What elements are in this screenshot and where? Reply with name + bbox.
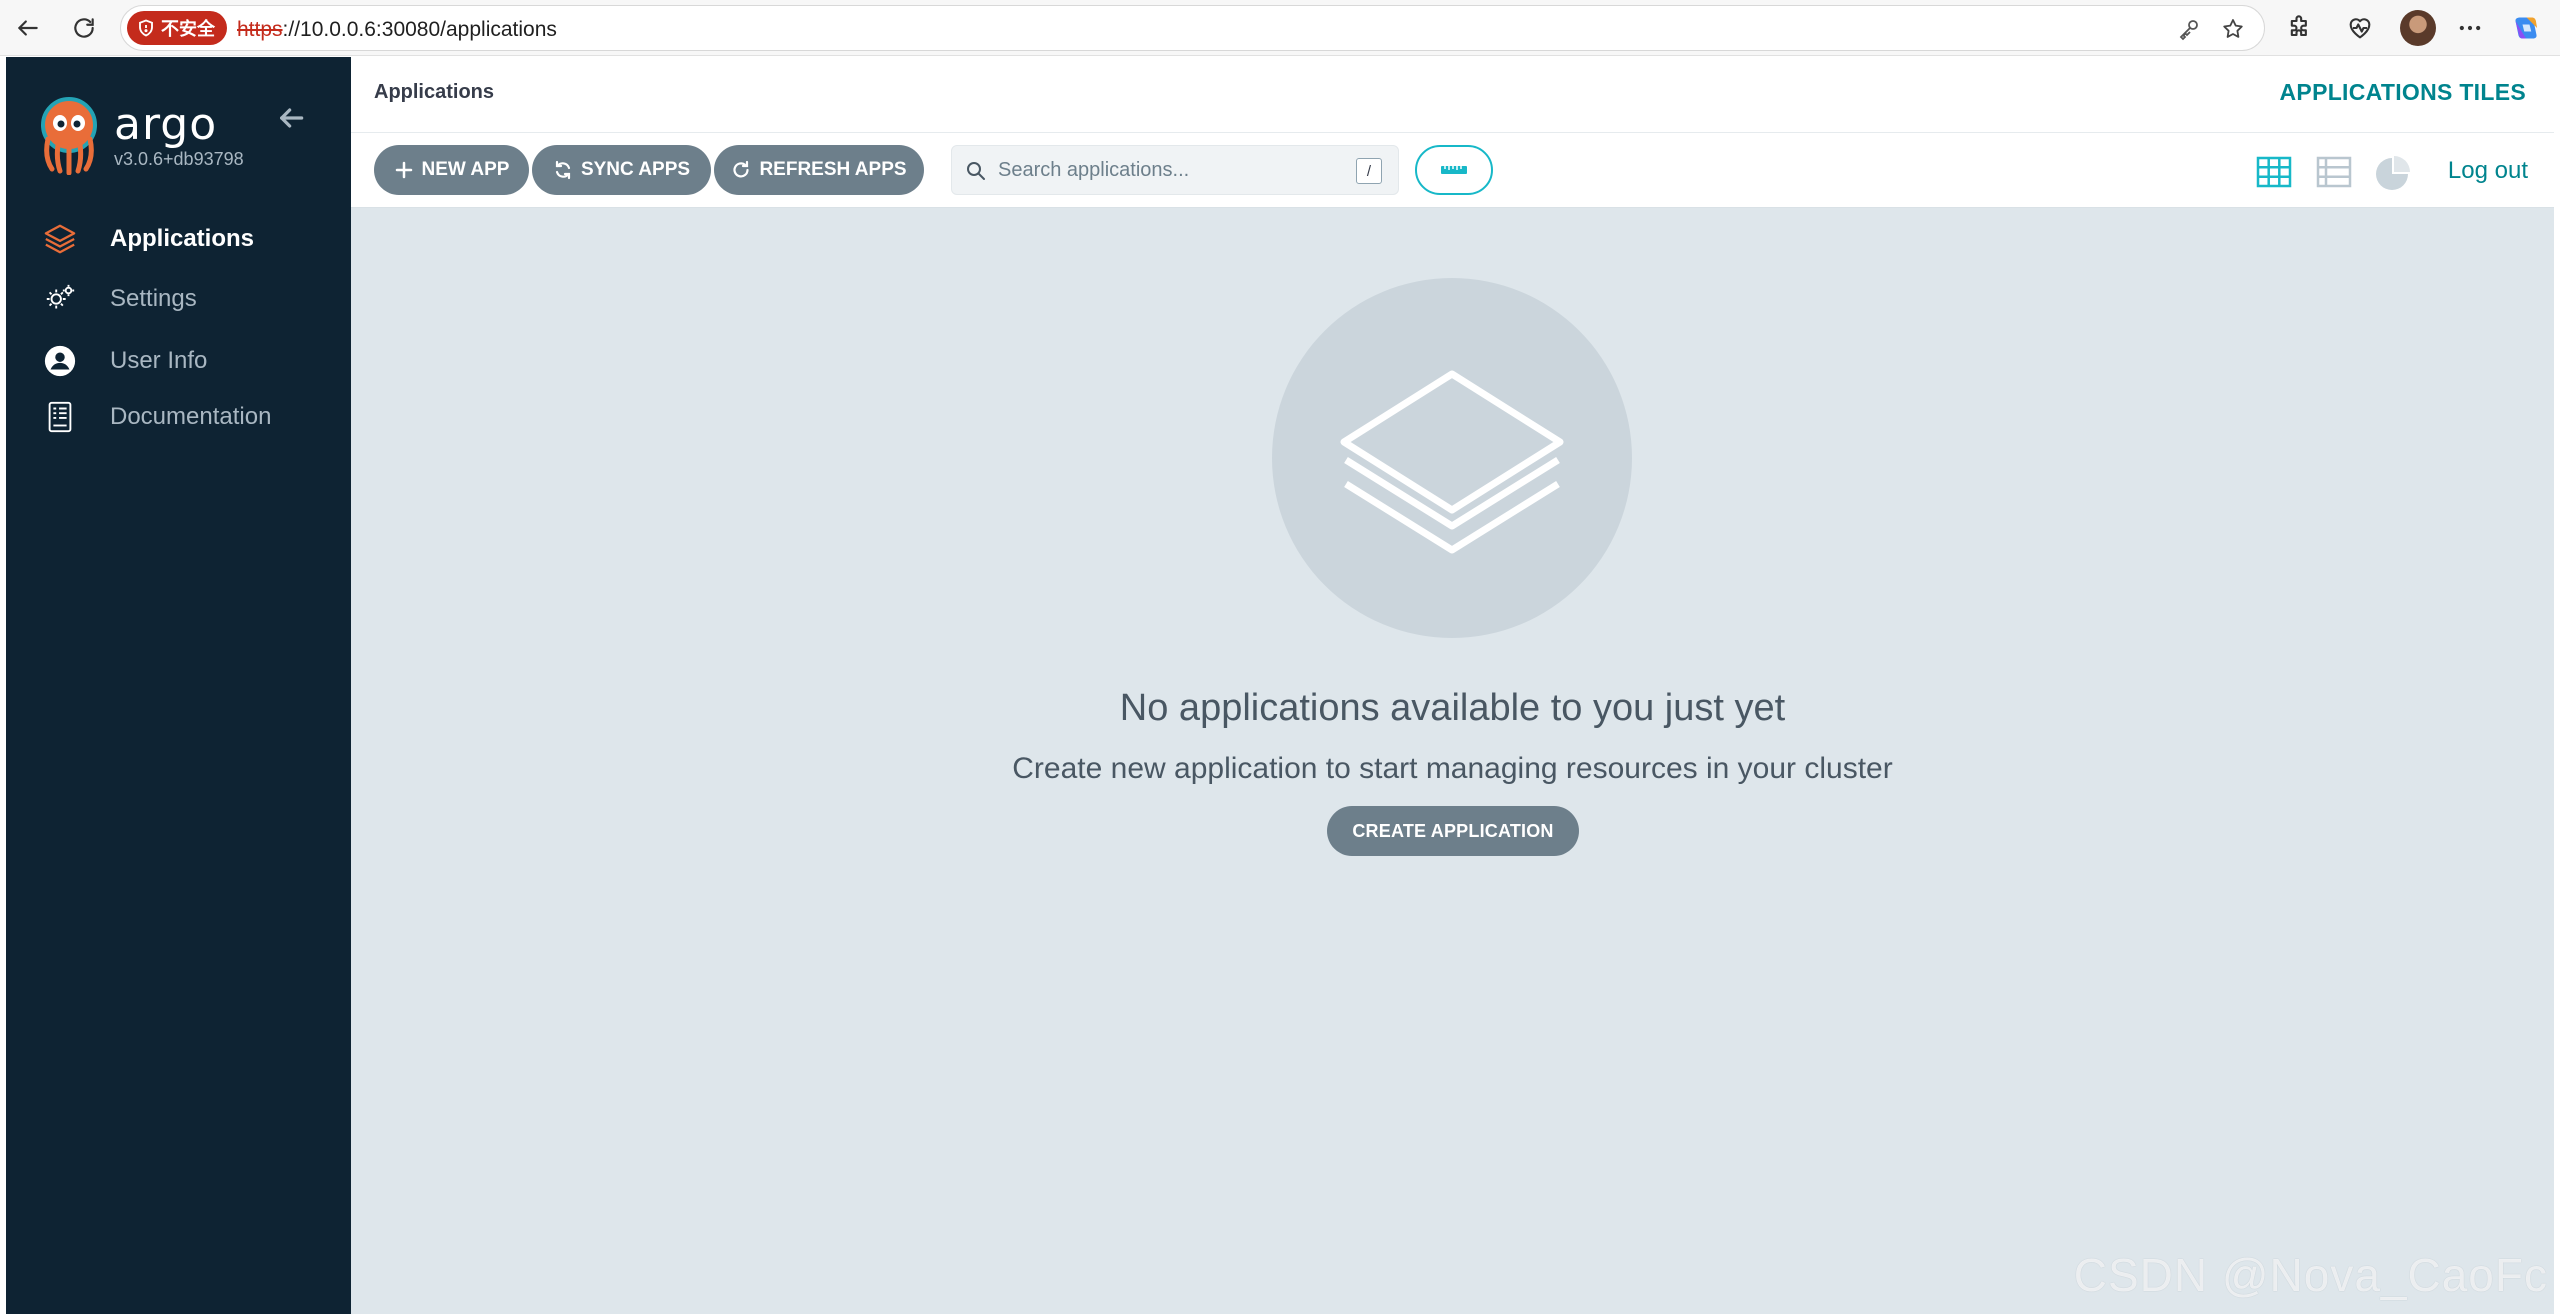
brand-version: v3.0.6+db93798 — [114, 149, 244, 169]
sidebar-item-user-info[interactable]: User Info — [42, 339, 342, 383]
back-arrow-icon[interactable] — [8, 8, 48, 48]
new-app-label: NEW APP — [421, 159, 510, 180]
main-content: Applications APPLICATIONS TILES NEW APP … — [351, 57, 2554, 1314]
health-icon[interactable] — [2342, 10, 2378, 46]
refresh-apps-label: REFRESH APPS — [759, 159, 907, 180]
collapse-sidebar-icon[interactable] — [272, 99, 310, 137]
search-icon — [967, 162, 985, 180]
argo-octopus-logo — [41, 97, 97, 175]
ruler-icon — [1441, 166, 1467, 174]
sidebar-item-documentation[interactable]: Documentation — [42, 395, 342, 439]
book-icon — [42, 399, 78, 435]
page-title: APPLICATIONS TILES — [2279, 79, 2526, 105]
list-view-icon[interactable] — [2315, 153, 2353, 191]
more-icon[interactable] — [2452, 10, 2488, 46]
stack-layers-icon — [1340, 370, 1564, 554]
not-secure-label: 不安全 — [161, 19, 215, 39]
sidebar-item-label: Documentation — [110, 403, 272, 430]
search-box[interactable]: / — [951, 145, 1399, 195]
plus-icon — [395, 161, 412, 179]
copilot-icon[interactable] — [2508, 10, 2544, 46]
not-secure-badge[interactable]: 不安全 — [127, 11, 227, 45]
top-bar: Applications APPLICATIONS TILES — [351, 57, 2554, 133]
extensions-icon[interactable] — [2282, 10, 2318, 46]
url-text[interactable]: https://10.0.0.6:30080/applications — [237, 18, 557, 42]
star-icon[interactable] — [2219, 15, 2247, 43]
browser-toolbar: 不安全 https://10.0.0.6:30080/applications — [0, 0, 2560, 56]
apps-toolbar: NEW APP SYNC APPS REFRESH APPS / Log out — [351, 133, 2554, 208]
reload-icon[interactable] — [64, 8, 104, 48]
tiles-view-icon[interactable] — [2255, 153, 2293, 191]
gears-icon — [42, 281, 78, 317]
user-circle-icon — [42, 343, 78, 379]
sidebar-item-label: User Info — [110, 347, 208, 374]
sidebar: argo v3.0.6+db93798 Applications Setting… — [6, 57, 351, 1314]
sync-icon — [555, 160, 571, 180]
watermark: CSDN @Nova_CaoFc — [2073, 1249, 2548, 1301]
address-bar[interactable]: 不安全 https://10.0.0.6:30080/applications — [120, 5, 2265, 51]
search-shortcut-hint: / — [1356, 158, 1382, 184]
sidebar-item-applications[interactable]: Applications — [42, 217, 342, 261]
empty-state-illustration — [1272, 278, 1632, 638]
url-path: ://10.0.0.6:30080/applications — [282, 18, 557, 41]
key-icon[interactable] — [2175, 15, 2203, 43]
ruler-filter-button[interactable] — [1415, 145, 1493, 195]
empty-state-subtitle: Create new application to start managing… — [1012, 752, 1893, 785]
sync-apps-button[interactable]: SYNC APPS — [532, 145, 711, 195]
new-app-button[interactable]: NEW APP — [374, 145, 529, 195]
empty-state-title: No applications available to you just ye… — [1119, 687, 1786, 729]
brand-name: argo — [114, 99, 218, 150]
sidebar-item-settings[interactable]: Settings — [42, 277, 342, 321]
sync-apps-label: SYNC APPS — [580, 159, 691, 180]
breadcrumb[interactable]: Applications — [374, 81, 494, 104]
refresh-icon — [733, 160, 750, 178]
profile-avatar[interactable] — [2400, 10, 2436, 46]
layers-icon — [42, 221, 78, 257]
search-input[interactable] — [998, 154, 1338, 186]
url-protocol: https — [237, 18, 283, 41]
create-application-button[interactable]: CREATE APPLICATION — [1327, 806, 1579, 856]
sidebar-item-label: Applications — [110, 225, 255, 252]
refresh-apps-button[interactable]: REFRESH APPS — [714, 145, 924, 195]
pie-chart-view-icon[interactable] — [2375, 153, 2413, 191]
logout-link[interactable]: Log out — [2448, 157, 2528, 185]
sidebar-item-label: Settings — [110, 285, 197, 312]
